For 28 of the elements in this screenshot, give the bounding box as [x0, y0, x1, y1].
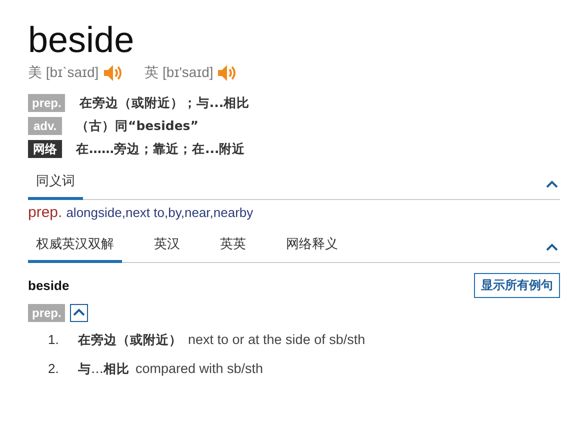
- part-of-speech-tag: prep.: [28, 304, 66, 322]
- english-meaning: compared with sb/sth: [136, 361, 264, 376]
- phonetic: 英 [bɪ'saɪd]: [144, 64, 214, 82]
- tab[interactable]: 同义词: [28, 168, 83, 200]
- show-all-examples-button[interactable]: 显示所有例句: [474, 273, 560, 298]
- phonetic: 美 [bɪˋsaɪd]: [28, 64, 99, 82]
- sense-number: 1.: [48, 332, 60, 347]
- part-of-speech-tag: prep.: [28, 94, 66, 112]
- tab[interactable]: 权威英汉双解: [28, 231, 122, 263]
- tab[interactable]: 英英: [212, 231, 254, 263]
- tab[interactable]: 网络释义: [278, 231, 346, 263]
- definition-text: 在……旁边；靠近；在...附近: [76, 140, 246, 158]
- toggle-icon[interactable]: [70, 304, 88, 322]
- definition-text: 在旁边（或附近）；与...相比: [79, 94, 250, 112]
- part-of-speech-tag: 网络: [28, 140, 62, 158]
- part-of-speech-tag: adv.: [28, 117, 62, 135]
- synonym-links[interactable]: alongside,next to,by,near,nearby: [66, 205, 254, 220]
- sense-number: 2.: [48, 361, 60, 376]
- entry-word: beside: [28, 278, 70, 293]
- definition-text: （古）同“besides”: [76, 118, 198, 134]
- headword: beside: [28, 18, 136, 62]
- chinese-meaning: 在旁边（或附近）: [78, 332, 182, 349]
- collapse-icon[interactable]: [546, 180, 558, 188]
- english-meaning: next to or at the side of sb/sth: [188, 332, 366, 347]
- collapse-icon[interactable]: [546, 242, 558, 250]
- tab[interactable]: 英汉: [146, 231, 188, 263]
- part-of-speech: prep.: [28, 204, 62, 221]
- chinese-meaning: 与…相比: [78, 361, 130, 378]
